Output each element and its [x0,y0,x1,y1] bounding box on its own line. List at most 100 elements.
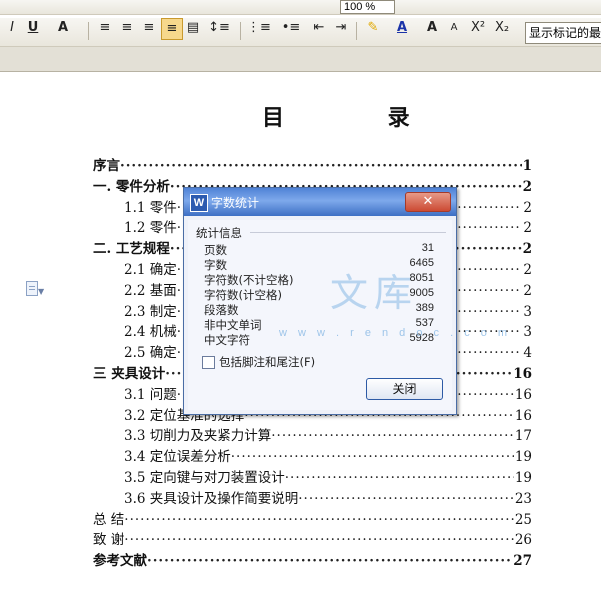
toc-entry-title: 3.1 问题 [124,386,177,403]
toc-entry-page: 23 [514,490,532,507]
stat-label: 段落数 [204,303,239,317]
toc-leader-dots [124,532,514,548]
include-footnotes-checkbox[interactable] [202,356,215,369]
toc-entry[interactable]: 总 结 25 [93,508,532,528]
toc-entry[interactable]: 序言 1 [93,154,532,174]
include-footnotes-label[interactable]: 包括脚注和尾注(F) [219,354,315,370]
font-color-button[interactable]: A [392,18,412,38]
toc-entry-title: 2.4 机械 [124,324,177,341]
toc-entry[interactable]: 致 谢 26 [93,528,532,548]
toc-entry-page: 2 [523,199,532,216]
toc-leader-dots [124,512,514,528]
toc-entry-title: 三 夹具设计 [93,366,166,382]
toc-entry-title: 序言 [93,158,120,174]
toc-entry-page: 16 [514,386,532,403]
stat-value: 31 [421,242,434,254]
toc-entry-page: 4 [523,345,532,362]
toc-entry-title: 参考文献 [93,553,147,570]
justify-icon[interactable]: ≡ [161,18,183,40]
subscript-button[interactable]: X₂ [492,18,512,38]
toc-leader-dots [298,491,514,507]
chevron-down-icon[interactable]: ▼ [38,287,44,296]
wps-writer-icon: W [190,194,208,212]
toc-entry-page: 16 [514,407,532,424]
toc-entry-page: 2 [523,220,532,237]
toc-entry[interactable]: 3.4 定位误差分析 19 [124,445,532,465]
numbered-list-icon[interactable]: ⋮≡ [246,18,272,38]
toc-entry-title: 致 谢 [93,532,125,549]
toc-entry-title: 二. 工艺规程 [93,241,170,258]
toc-entry-title: 3.6 夹具设计及操作简要说明 [124,490,299,507]
stat-label: 字符数(不计空格) [204,273,294,287]
toc-entry-page: 3 [523,324,532,341]
toc-entry-title: 一. 零件分析 [93,178,170,195]
formatting-toolbar: I U A ≡ ≡ ≡ ≡ ▤ ↕≡ ⋮≡ •≡ ⇤ ⇥ ✎ A A A X² … [0,18,601,47]
text-effect-button[interactable]: A [54,18,72,38]
toc-entry-title: 1.1 零件 [124,199,177,216]
stat-label: 字符数(计空格) [204,288,282,302]
toc-entry-title: 总 结 [93,511,125,528]
toc-entry-title: 1.2 零件 [124,220,177,237]
align-right-icon[interactable]: ≡ [140,18,158,38]
toc-entry-page: 2 [523,282,532,299]
toc-entry-title: 2.2 基面 [124,282,177,299]
toc-entry[interactable]: 参考文献 27 [93,549,532,569]
highlight-icon[interactable]: ✎ [362,18,384,38]
shrink-font-button[interactable]: A [446,18,462,38]
toc-leader-dots [271,428,514,444]
increase-indent-icon[interactable]: ⇥ [332,18,350,38]
toc-entry-title: 2.1 确定 [124,262,177,278]
toc-entry-title: 2.3 制定 [124,303,177,320]
bullet-list-icon[interactable]: •≡ [278,18,304,38]
statistics-group-label: 统计信息 [196,226,242,240]
align-center-icon[interactable]: ≡ [118,18,136,38]
markup-view-select[interactable]: 显示标记的最 [525,22,601,44]
dialog-titlebar[interactable]: W 字数统计 ✕ [184,188,456,216]
stat-label: 中文字符 [204,333,250,347]
toc-entry-page: 1 [522,158,532,174]
toc-entry-title: 3.5 定向键与对刀装置设计 [124,470,285,486]
toc-entry-page: 19 [514,449,532,466]
align-left-icon[interactable]: ≡ [96,18,114,38]
toc-entry-page: 19 [514,470,532,486]
grow-font-button[interactable]: A [424,18,440,38]
toc-entry-title: 3.4 定位误差分析 [124,449,231,466]
document-icon[interactable] [26,281,38,296]
dialog-title: 字数统计 [211,196,260,210]
stat-label: 非中文单词 [204,318,262,332]
watermark-url: w w w . r e n d o c . c o m [279,327,512,339]
stat-label: 页数 [204,243,227,257]
toc-leader-dots [231,449,514,465]
toc-entry-page: 2 [523,262,532,278]
toc-entry-page: 2 [522,178,532,195]
decrease-indent-icon[interactable]: ⇤ [310,18,328,38]
toc-entry[interactable]: 3.5 定向键与对刀装置设计 19 [124,466,532,486]
toc-entry-page: 17 [514,428,532,445]
toc-entry-page: 25 [514,511,532,528]
italic-button[interactable]: I [4,18,20,38]
underline-button[interactable]: U [24,18,42,38]
toc-entry-page: 16 [513,366,532,382]
ruler-area [0,47,601,71]
toc-entry[interactable]: 3.6 夹具设计及操作简要说明 23 [124,487,532,507]
toc-entry-page: 27 [513,553,532,570]
watermark-text: 文库 [330,271,419,315]
line-spacing-icon[interactable]: ↕≡ [206,18,232,38]
close-button[interactable]: 关闭 [366,378,443,400]
zoom-select[interactable]: 100 % [340,0,395,14]
distribute-icon[interactable]: ▤ [184,18,202,38]
stat-row: 页数 31 [204,242,434,257]
toc-leader-dots [120,158,522,174]
stat-label: 字数 [204,258,227,272]
standard-toolbar: 100 % [0,0,601,15]
page-title: 目 录 [262,105,458,131]
close-icon[interactable]: ✕ [405,192,451,212]
toc-entry-title: 3.3 切削力及夹紧力计算 [124,428,272,445]
toc-entry[interactable]: 3.3 切削力及夹紧力计算 17 [124,424,532,444]
toc-leader-dots [285,470,514,486]
superscript-button[interactable]: X² [468,18,488,38]
toc-entry-page: 26 [514,532,532,549]
toc-entry-title: 2.5 确定 [124,345,177,362]
toc-leader-dots [147,553,512,569]
toc-entry-page: 3 [523,303,532,320]
